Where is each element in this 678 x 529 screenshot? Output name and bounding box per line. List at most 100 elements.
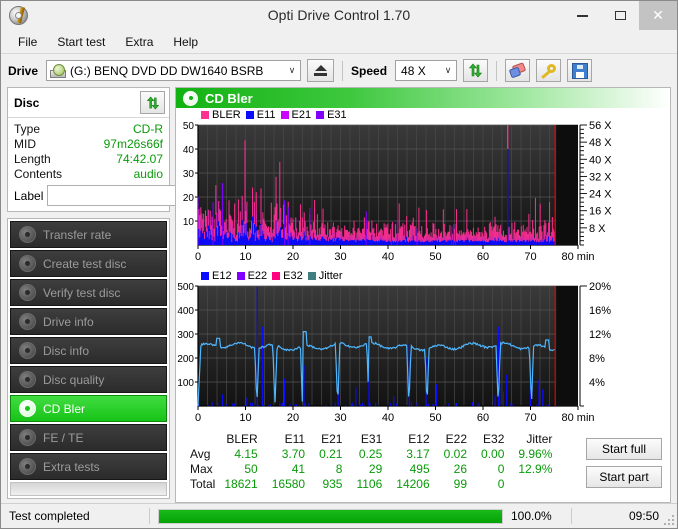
progress-bar: [158, 508, 503, 524]
svg-text:100: 100: [177, 378, 194, 389]
sidebar-item-transfer-rate[interactable]: Transfer rate: [10, 221, 167, 248]
erase-disc-button[interactable]: [505, 59, 531, 82]
svg-text:16%: 16%: [589, 305, 611, 317]
table-row: Avg 4.15 3.70 0.21 0.25 3.17 0.02 0.00 9…: [184, 447, 559, 462]
legend-swatch: [272, 271, 281, 280]
disc-row-mid: MID 97m26s66f: [14, 137, 163, 152]
legend-item-e21: E21: [280, 108, 312, 121]
chart-panel-header: CD Bler: [176, 88, 670, 108]
sidebar-item-create-test-disc[interactable]: Create test disc: [10, 250, 167, 277]
jitter-legend: E12 E22 E32 Jitter: [176, 269, 670, 282]
status-bar: Test completed 100.0% 09:50: [1, 503, 677, 528]
legend-item-jitter: Jitter: [307, 270, 343, 282]
table-row: Max 50 41 8 29 495 26 0 12.9%: [184, 462, 559, 477]
cell-total-e22: 99: [453, 477, 468, 491]
svg-text:12%: 12%: [589, 329, 611, 341]
svg-text:20%: 20%: [589, 282, 611, 293]
row-label-avg: Avg: [190, 447, 211, 461]
drive-label: Drive: [8, 63, 39, 78]
window-controls: ✕: [563, 1, 677, 30]
drive-select-value: (G:) BENQ DVD DD DW1640 BSRB: [70, 63, 264, 78]
sidebar-item-extra-tests[interactable]: Extra tests: [10, 453, 167, 480]
cell-avg-e12: 3.17: [406, 447, 430, 461]
disc-icon: [19, 284, 36, 301]
col-e31: E31: [360, 432, 383, 446]
legend-label: E32: [283, 269, 303, 282]
cd-bler-plot-svg: 10 20 30 40 50 0 10 20 30 40 50 60 70 80 min 8 X 16 X 24…: [183, 121, 612, 263]
start-part-button[interactable]: Start part: [586, 466, 662, 488]
cell-max-e12: 495: [409, 462, 430, 476]
start-buttons: Start full Start part: [586, 432, 670, 492]
jitter-e12-chart: E12 E22 E32 Jitter 100 200 300 400 500 0 10 20 3…: [176, 269, 670, 430]
cell-total-e21: 935: [322, 477, 343, 491]
save-button[interactable]: [567, 59, 593, 82]
svg-text:400: 400: [177, 306, 194, 317]
disc-refresh-button[interactable]: [140, 91, 165, 114]
sidebar-item-verify-test-disc[interactable]: Verify test disc: [10, 279, 167, 306]
status-divider-2: [571, 508, 572, 524]
sidebar-item-cd-bler[interactable]: CD Bler: [10, 395, 167, 422]
cd-bler-legend: BLER E11 E21 E31: [176, 108, 670, 121]
col-jitter: Jitter: [526, 432, 553, 446]
sidebar-item-fe-te[interactable]: FE / TE: [10, 424, 167, 451]
cell-max-e22: 26: [453, 462, 468, 476]
svg-text:0: 0: [195, 412, 201, 424]
optical-drive-icon: [50, 63, 67, 78]
cell-max-e32: 0: [497, 462, 505, 476]
sidebar-item-label: CD Bler: [43, 401, 86, 416]
disc-contents-label: Contents: [14, 167, 63, 181]
legend-item-e32: E32: [272, 270, 303, 282]
cell-total-bler: 18621: [224, 477, 258, 491]
svg-text:40 X: 40 X: [589, 154, 612, 166]
cell-total-e12: 14206: [396, 477, 430, 491]
svg-text:30: 30: [334, 412, 346, 424]
row-label-total: Total: [190, 477, 216, 491]
eject-button[interactable]: [307, 59, 335, 82]
svg-text:24 X: 24 X: [589, 189, 612, 201]
maximize-button[interactable]: [601, 1, 639, 30]
disc-panel-title: Disc: [14, 95, 40, 110]
jitter-plot-svg: 100 200 300 400 500 0 10 20 30 40 50 60 70 80 min 4% 8%…: [177, 282, 611, 424]
svg-text:30: 30: [183, 169, 195, 180]
chart-panel: CD Bler BLER E11 E21 E31 10 20 30 40 50 0 10 20…: [175, 87, 671, 503]
close-button[interactable]: ✕: [639, 1, 677, 30]
resize-grip-icon[interactable]: [662, 513, 674, 525]
chevron-down-icon: ∨: [444, 65, 452, 75]
speed-select[interactable]: 48 X ∨: [395, 60, 458, 81]
start-full-button[interactable]: Start full: [586, 438, 662, 460]
legend-label: E31: [327, 108, 347, 121]
disc-type-label: Type: [14, 122, 41, 136]
status-divider-1: [149, 508, 150, 524]
row-label-max: Max: [190, 462, 213, 476]
bitsetting-button[interactable]: [536, 59, 562, 82]
refresh-button[interactable]: [463, 59, 489, 82]
disc-properties: Type CD-R MID 97m26s66f Length 74:42.07 …: [8, 118, 253, 211]
legend-label: E21: [291, 108, 312, 121]
svg-text:56 X: 56 X: [589, 121, 612, 132]
menu-extra[interactable]: Extra: [116, 32, 162, 52]
eject-icon: [314, 65, 328, 76]
menu-help[interactable]: Help: [164, 32, 207, 52]
sidebar-item-label: Disc quality: [43, 372, 105, 387]
speed-select-value: 48 X: [401, 63, 426, 78]
svg-text:16 X: 16 X: [589, 206, 612, 218]
status-message: Test completed: [9, 509, 90, 523]
table-header-row: BLER E11 E21 E31 E12 E22 E32 Jitter: [184, 432, 559, 447]
disc-type-value: CD-R: [133, 122, 163, 136]
legend-swatch: [245, 110, 254, 119]
disc-label-row: Label: [14, 185, 253, 206]
menu-file[interactable]: File: [9, 32, 46, 52]
drive-select[interactable]: (G:) BENQ DVD DD DW1640 BSRB ∨: [46, 60, 302, 81]
svg-text:48 X: 48 X: [589, 137, 612, 149]
svg-text:10: 10: [239, 251, 251, 263]
svg-text:10: 10: [183, 217, 195, 228]
refresh-icon: [146, 96, 159, 109]
svg-text:50: 50: [429, 412, 441, 424]
minimize-button[interactable]: [563, 1, 601, 30]
sidebar-item-drive-info[interactable]: Drive info: [10, 308, 167, 335]
sidebar-item-disc-quality[interactable]: Disc quality: [10, 366, 167, 393]
col-bler: BLER: [226, 432, 258, 446]
svg-text:50: 50: [183, 121, 195, 132]
sidebar-item-disc-info[interactable]: Disc info: [10, 337, 167, 364]
menu-start-test[interactable]: Start test: [48, 32, 114, 52]
